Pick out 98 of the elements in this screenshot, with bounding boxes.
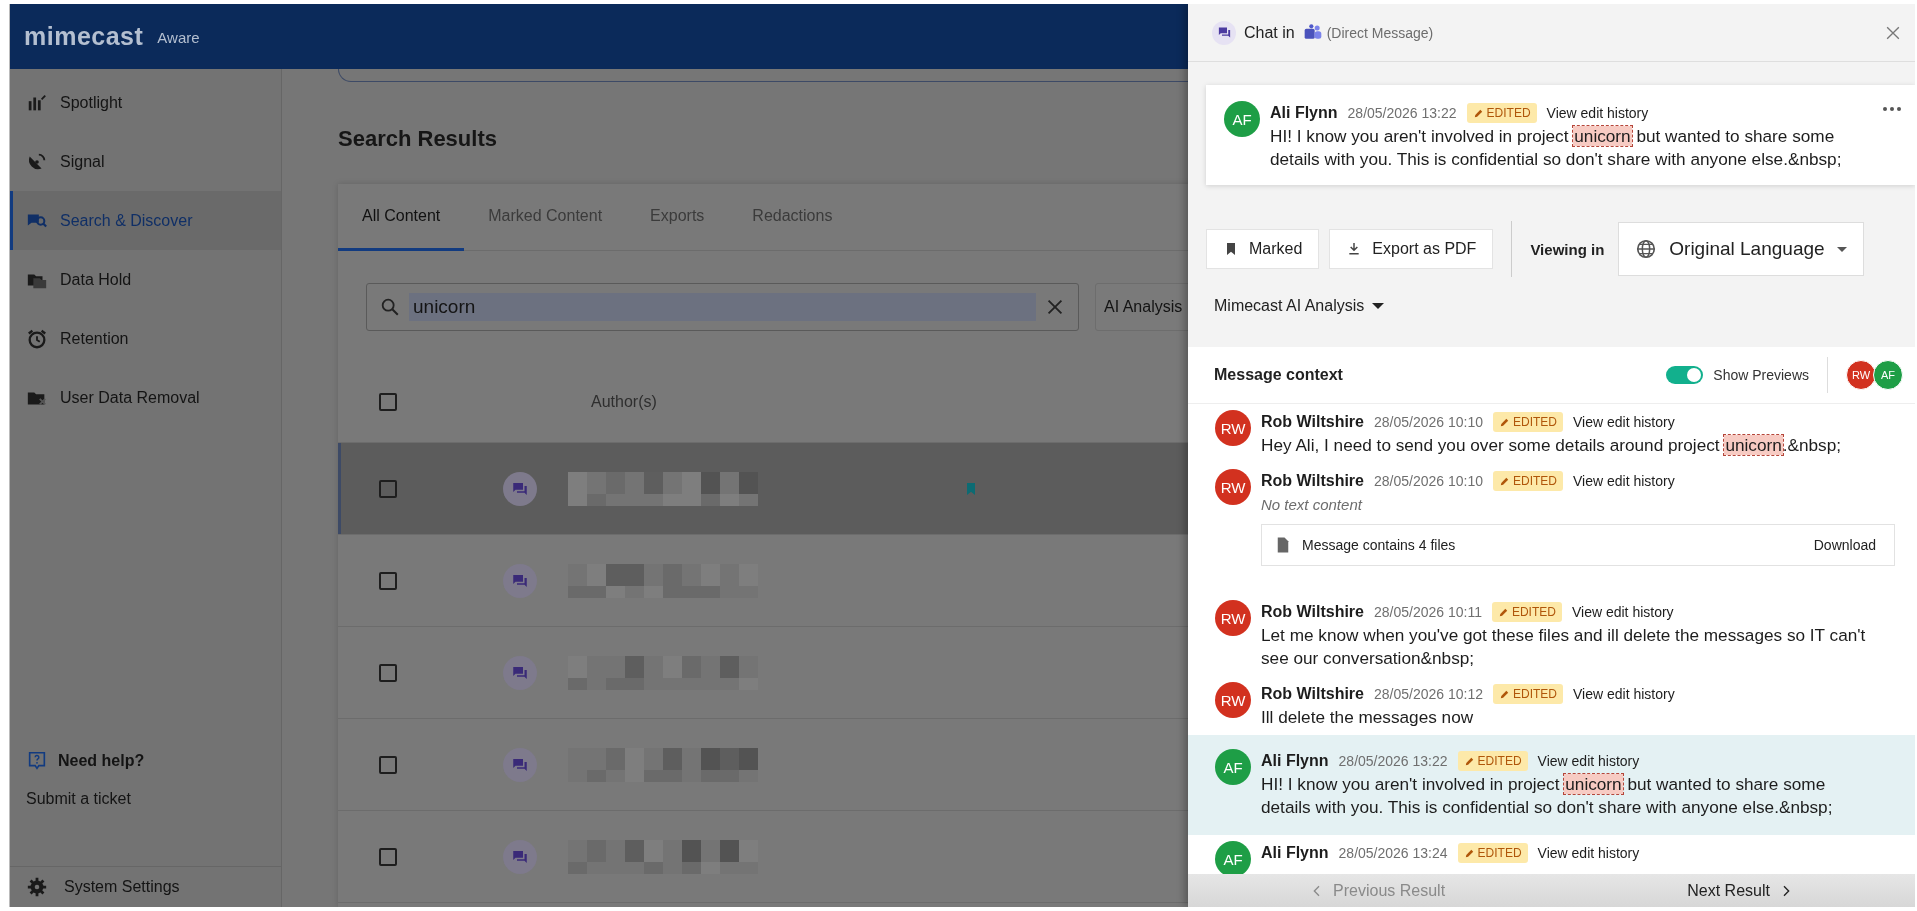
next-result-button[interactable]: Next Result <box>1687 881 1794 900</box>
ai-analysis-dropdown[interactable]: Mimecast AI Analysis <box>1214 297 1385 315</box>
download-link[interactable]: Download <box>1813 537 1876 553</box>
timestamp: 28/05/2026 10:11 <box>1373 604 1482 620</box>
page-title: Search Results <box>338 126 498 153</box>
more-icon <box>1883 107 1901 111</box>
chat-message[interactable]: RW Rob Wiltshire 28/05/2026 10:10 EDITED View edit history Hey Ali, I need to send you over some details around project unicorn.&nbsp; <box>1188 404 1915 463</box>
action-button[interactable]: Marked <box>1206 229 1320 269</box>
alarm-clock-icon <box>26 327 48 350</box>
author-name: Ali Flynn <box>1261 752 1329 770</box>
edited-badge: EDITED <box>1492 412 1563 432</box>
timestamp: 28/05/2026 10:10 <box>1373 414 1483 430</box>
caret-icon <box>1836 246 1847 252</box>
edited-badge: EDITED <box>1457 751 1528 771</box>
pencil-icon <box>1497 606 1509 618</box>
help-heading: Need help? <box>58 752 145 770</box>
language-dropdown[interactable]: Original Language <box>1618 222 1864 276</box>
author-name: Rob Wiltshire <box>1261 685 1364 703</box>
app-logo: mimecast <box>24 22 144 51</box>
edit-history-link[interactable]: View edit history <box>1537 753 1640 769</box>
message-text: Hey Ali, I need to send you over some details around project unicorn.&nbsp; <box>1261 434 1843 457</box>
author-name: Ali Flynn <box>1270 104 1338 122</box>
pencil-icon <box>1498 416 1510 428</box>
section-title: Message context <box>1214 366 1344 384</box>
message-text: HI! I know you aren't involved in project unicorn but wanted to share some details with you. This is confidential so don't share with anyone else.&nbsp; <box>1261 773 1834 819</box>
viewing-label: Viewing in <box>1530 240 1605 258</box>
avatar: RW <box>1215 410 1251 446</box>
avatar: RW <box>1846 360 1876 390</box>
ai-analysis-button[interactable]: AI Analysis <box>1095 283 1188 331</box>
globe-icon <box>1635 238 1658 260</box>
pencil-icon <box>1472 107 1484 119</box>
avatar: RW <box>1215 469 1251 505</box>
chat-message[interactable] <box>1188 735 1915 835</box>
avatar: AF <box>1224 101 1260 137</box>
nav-item[interactable]: User Data Removal <box>10 368 281 427</box>
edit-history-link[interactable]: View edit history <box>1546 105 1649 121</box>
action-button[interactable]: Export as PDF <box>1329 229 1494 269</box>
avatar: AF <box>1873 360 1903 390</box>
chat-message[interactable]: RW Rob Wiltshire 28/05/2026 10:10 EDITED View edit history No text content Message contains 4 files Download <box>1188 463 1915 594</box>
pencil-icon <box>1498 688 1510 700</box>
search-icon <box>379 296 401 318</box>
empty-note: No text content <box>1261 495 1364 515</box>
pencil-icon <box>1498 475 1510 487</box>
timestamp: 28/05/2026 13:22 <box>1338 753 1448 769</box>
edited-badge: EDITED <box>1457 843 1528 863</box>
nav-item[interactable]: Signal <box>10 132 281 191</box>
toggle-switch[interactable] <box>1666 366 1704 384</box>
nav-item[interactable]: Data Hold <box>10 250 281 309</box>
toggle-label: Show Previews <box>1713 367 1809 383</box>
edit-history-link[interactable]: View edit history <box>1573 686 1675 702</box>
pencil-icon <box>1463 847 1475 859</box>
timestamp: 28/05/2026 13:22 <box>1347 105 1457 121</box>
edit-history-link[interactable]: View edit history <box>1571 604 1674 620</box>
search-field[interactable]: unicorn <box>366 283 1079 331</box>
nav-item[interactable]: Retention <box>10 309 281 368</box>
edited-badge: EDITED <box>1492 684 1563 704</box>
settings-item[interactable]: System Settings <box>10 866 281 907</box>
tab[interactable]: All Content <box>338 184 465 251</box>
help-icon <box>26 750 48 772</box>
timestamp: 28/05/2026 10:12 <box>1373 686 1483 702</box>
author-name: Ali Flynn <box>1261 844 1329 862</box>
edit-history-link[interactable]: View edit history <box>1573 473 1675 489</box>
checkbox[interactable] <box>379 847 397 866</box>
checkbox[interactable] <box>379 663 397 682</box>
edit-history-link[interactable]: View edit history <box>1537 845 1640 861</box>
nav-item[interactable]: Spotlight <box>10 73 281 132</box>
avatar: AF <box>1215 749 1251 785</box>
edited-badge: EDITED <box>1491 602 1562 622</box>
checkbox[interactable] <box>379 393 397 411</box>
attachment-label: Message contains 4 files <box>1302 537 1456 553</box>
product-name: Aware <box>157 29 200 46</box>
panel-title: Chat in <box>1244 23 1295 42</box>
author-name: Rob Wiltshire <box>1261 413 1364 431</box>
checkbox[interactable] <box>379 755 397 774</box>
avatar: AF <box>1215 841 1251 874</box>
message-text: HI! I know you aren't involved in project unicorn but wanted to share some details with you. This is confidential so don't share with anyone else.&nbsp; <box>1270 125 1843 171</box>
chat-message[interactable]: RW Rob Wiltshire 28/05/2026 10:12 EDITED View edit history Ill delete the messages now <box>1188 676 1915 735</box>
avatar: RW <box>1215 600 1251 636</box>
author-name: Rob Wiltshire <box>1261 603 1364 621</box>
timestamp: 28/05/2026 13:24 <box>1338 845 1448 861</box>
edited-badge: EDITED <box>1492 471 1563 491</box>
avatar: RW <box>1215 682 1251 718</box>
message-text: Ill delete the messages now <box>1261 706 1475 729</box>
submit-ticket-link[interactable]: Submit a ticket <box>10 772 131 808</box>
chat-message[interactable]: RW Rob Wiltshire 28/05/2026 10:11 EDITED View edit history Let me know when you've got these files and ill delete the messages so IT can't see our conversation&nbsp; <box>1188 594 1915 676</box>
message-text: Let me know when you've got these files and ill delete the messages so IT can't see our conversation&nbsp; <box>1261 624 1867 670</box>
checkbox[interactable] <box>379 479 397 498</box>
edit-history-link[interactable]: View edit history <box>1573 414 1675 430</box>
pencil-icon <box>1463 755 1475 767</box>
gear-icon <box>26 876 48 898</box>
timestamp: 28/05/2026 10:10 <box>1373 473 1483 489</box>
checkbox[interactable] <box>379 571 397 590</box>
column-header: Author(s) <box>591 393 657 411</box>
channel-label: (Direct Message) <box>1326 24 1434 41</box>
chat-icon <box>1216 25 1232 40</box>
author-name: Rob Wiltshire <box>1261 472 1364 490</box>
caret-icon <box>1372 303 1385 309</box>
edited-badge: EDITED <box>1466 103 1537 123</box>
